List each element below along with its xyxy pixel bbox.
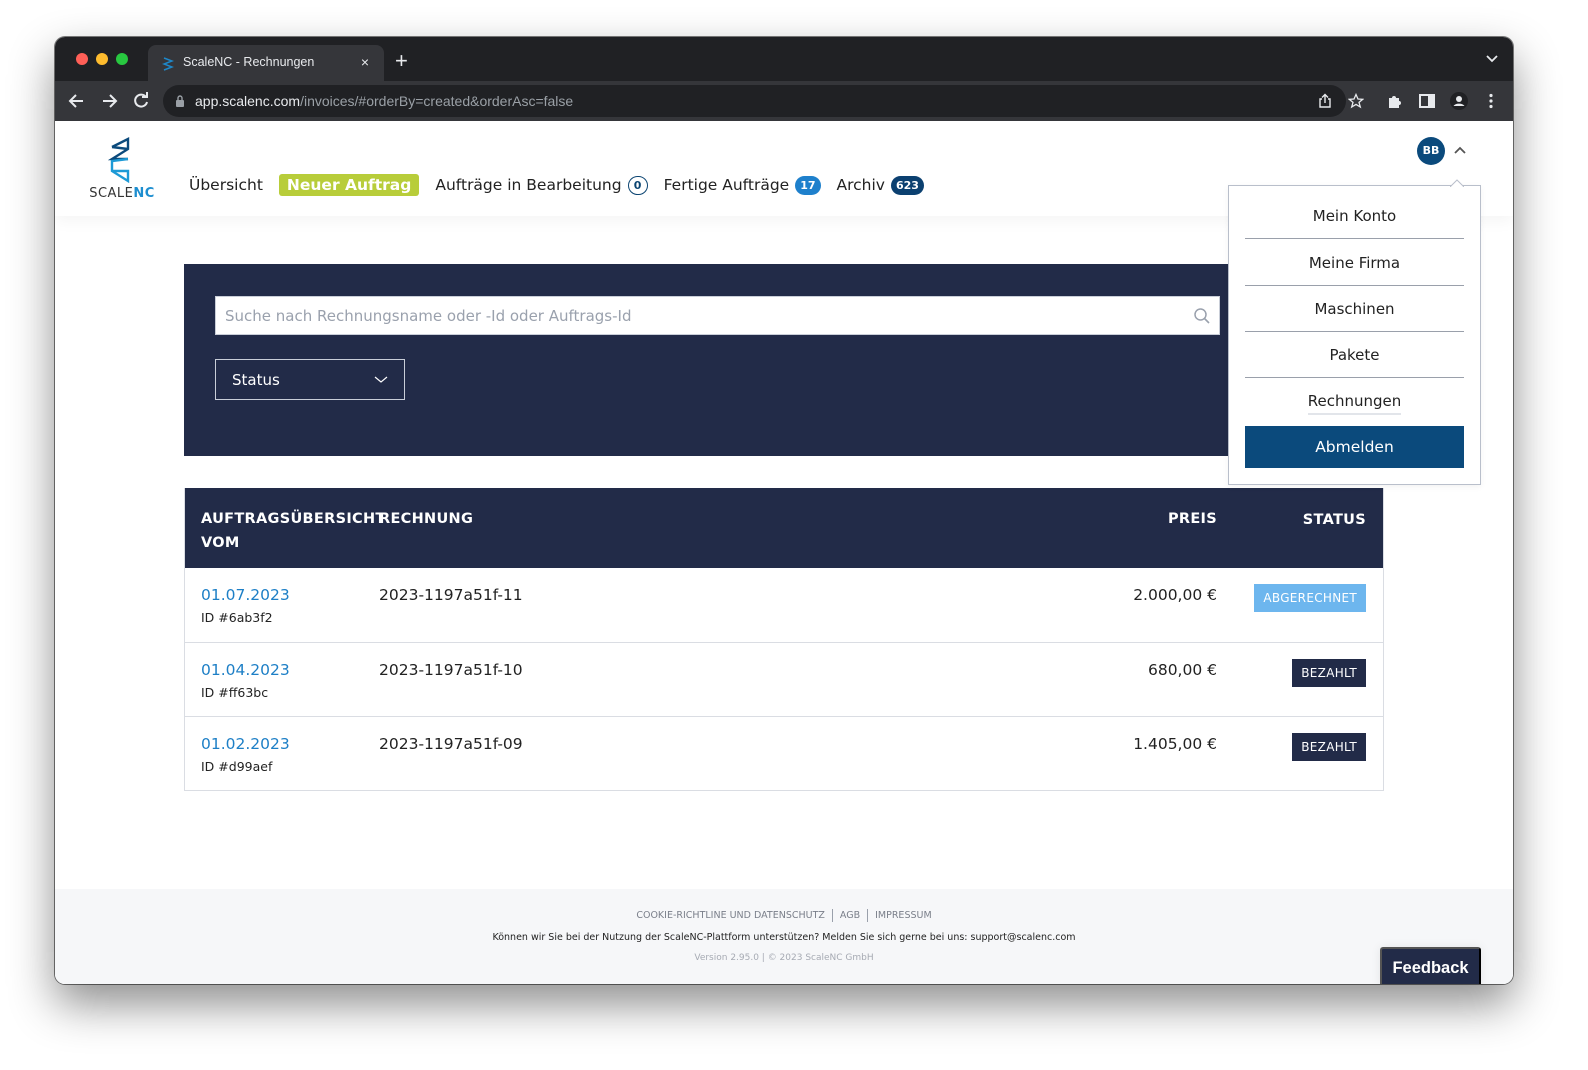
user-avatar[interactable]: BB — [1417, 137, 1445, 165]
column-header-invoice[interactable]: RECHNUNG — [379, 507, 473, 531]
status-filter-dropdown[interactable]: Status — [215, 359, 405, 400]
footer-support-text: Können wir Sie bei der Nutzung der Scale… — [492, 932, 1076, 943]
table-row: 01.04.2023 ID #ff63bc 2023-1197a51f-10 6… — [185, 642, 1383, 716]
browser-window: ScaleNC - Rechnungen × + app.scalenc.com… — [55, 37, 1513, 984]
profile-icon[interactable] — [1450, 92, 1468, 110]
side-panel-icon[interactable] — [1418, 92, 1436, 110]
invoice-price: 1.405,00 € — [1133, 735, 1217, 753]
status-badge: BEZAHLT — [1292, 659, 1366, 687]
invoice-number: 2023-1197a51f-09 — [379, 735, 523, 753]
invoice-number: 2023-1197a51f-11 — [379, 586, 523, 604]
dropdown-caret-icon — [1450, 179, 1464, 187]
menu-item-pakete[interactable]: Pakete — [1245, 332, 1464, 378]
nav-archiv[interactable]: Archiv 623 — [837, 175, 924, 195]
lock-icon — [176, 95, 184, 107]
footer-version-text: Version 2.95.0 | © 2023 ScaleNC GmbH — [694, 953, 874, 963]
menu-item-maschinen[interactable]: Maschinen — [1245, 286, 1464, 332]
page-content: SCALENC Übersicht Neuer Auftrag Aufträge… — [55, 121, 1513, 984]
filter-panel: Status — [184, 264, 1384, 456]
order-id: ID #6ab3f2 — [201, 610, 273, 625]
url-text: app.scalenc.com/invoices/#orderBy=create… — [195, 93, 574, 109]
new-tab-button[interactable]: + — [395, 49, 408, 73]
order-date-link[interactable]: 01.07.2023 — [201, 586, 290, 604]
search-box — [215, 296, 1220, 335]
reload-icon[interactable] — [130, 90, 152, 112]
footer-link-cookie-policy[interactable]: COOKIE-RICHTLINE UND DATENSCHUTZ — [636, 910, 825, 921]
footer-link-agb[interactable]: AGB — [840, 910, 860, 921]
footer-links: COOKIE-RICHTLINE UND DATENSCHUTZ AGB IMPRE… — [55, 909, 1513, 922]
forward-arrow-icon[interactable] — [98, 90, 120, 112]
invoices-table: AUFTRAGSÜBERSICHT VOM RECHNUNG PREIS STA… — [184, 488, 1384, 791]
extensions-puzzle-icon[interactable] — [1386, 92, 1404, 110]
search-input[interactable] — [216, 297, 1219, 334]
order-date-link[interactable]: 01.02.2023 — [201, 735, 290, 753]
tab-title: ScaleNC - Rechnungen — [183, 55, 315, 69]
back-arrow-icon[interactable] — [66, 90, 88, 112]
table-row: 01.02.2023 ID #d99aef 2023-1197a51f-09 1… — [185, 716, 1383, 790]
count-badge: 0 — [627, 175, 648, 195]
browser-tab-active[interactable]: ScaleNC - Rechnungen × — [148, 45, 384, 81]
share-icon[interactable] — [1317, 93, 1333, 109]
close-window-button[interactable] — [76, 53, 88, 65]
status-badge: ABGERECHNET — [1254, 584, 1366, 612]
nav-auftraege-in-bearbeitung[interactable]: Aufträge in Bearbeitung 0 — [435, 175, 648, 195]
count-badge: 623 — [890, 175, 924, 195]
user-menu-dropdown: Mein Konto Meine Firma Maschinen Pakete … — [1228, 185, 1481, 485]
column-header-status[interactable]: STATUS — [1303, 508, 1366, 532]
scalenc-favicon-icon — [162, 57, 174, 71]
browser-tab-bar: ScaleNC - Rechnungen × + — [55, 37, 1513, 81]
menu-item-meine-firma[interactable]: Meine Firma — [1245, 240, 1464, 286]
logo-wordmark: SCALENC — [89, 186, 155, 201]
order-date-link[interactable]: 01.04.2023 — [201, 661, 290, 679]
menu-item-mein-konto[interactable]: Mein Konto — [1245, 193, 1464, 239]
divider — [831, 909, 833, 922]
invoice-price: 680,00 € — [1147, 661, 1217, 679]
chevron-up-icon[interactable] — [1453, 143, 1467, 157]
main-nav: Übersicht Neuer Auftrag Aufträge in Bear… — [189, 174, 940, 196]
order-id: ID #ff63bc — [201, 685, 269, 700]
nav-uebersicht[interactable]: Übersicht — [189, 176, 263, 194]
table-header: AUFTRAGSÜBERSICHT VOM RECHNUNG PREIS STA… — [185, 488, 1383, 568]
screen: ScaleNC - Rechnungen × + app.scalenc.com… — [0, 0, 1588, 1070]
divider — [867, 909, 869, 922]
nav-neuer-auftrag-button[interactable]: Neuer Auftrag — [278, 174, 420, 196]
table-row: 01.07.2023 ID #6ab3f2 2023-1197a51f-11 2… — [185, 568, 1383, 642]
browser-toolbar: app.scalenc.com/invoices/#orderBy=create… — [55, 81, 1513, 121]
tab-close-icon[interactable]: × — [356, 53, 374, 71]
order-id: ID #d99aef — [201, 759, 273, 774]
column-header-price[interactable]: PREIS — [1168, 507, 1217, 531]
minimize-window-button[interactable] — [96, 53, 108, 65]
count-badge: 17 — [795, 175, 821, 195]
tab-search-chevron-icon[interactable] — [1485, 51, 1499, 65]
status-filter-label: Status — [232, 371, 280, 389]
chevron-down-icon — [374, 376, 388, 383]
menu-item-rechnungen[interactable]: Rechnungen — [1245, 378, 1464, 424]
nav-fertige-auftraege[interactable]: Fertige Aufträge 17 — [664, 175, 821, 195]
footer-link-impressum[interactable]: IMPRESSUM — [875, 910, 932, 921]
page-footer: COOKIE-RICHTLINE UND DATENSCHUTZ AGB IMPRE… — [55, 889, 1513, 984]
more-menu-icon[interactable] — [1482, 92, 1500, 110]
table-body: 01.07.2023 ID #6ab3f2 2023-1197a51f-11 2… — [185, 568, 1383, 790]
maximize-window-button[interactable] — [116, 53, 128, 65]
scalenc-logo-mark-icon — [108, 137, 130, 183]
bookmark-star-icon[interactable] — [1348, 93, 1364, 109]
search-icon[interactable] — [1193, 307, 1211, 325]
column-header-date[interactable]: AUFTRAGSÜBERSICHT VOM — [201, 507, 385, 555]
invoice-number: 2023-1197a51f-10 — [379, 661, 523, 679]
status-badge: BEZAHLT — [1292, 733, 1366, 761]
invoice-price: 2.000,00 € — [1133, 586, 1217, 604]
scalenc-logo[interactable]: SCALENC — [86, 137, 158, 203]
feedback-button[interactable]: Feedback — [1380, 947, 1481, 984]
logout-button[interactable]: Abmelden — [1245, 426, 1464, 468]
address-bar[interactable]: app.scalenc.com/invoices/#orderBy=create… — [163, 85, 1364, 117]
